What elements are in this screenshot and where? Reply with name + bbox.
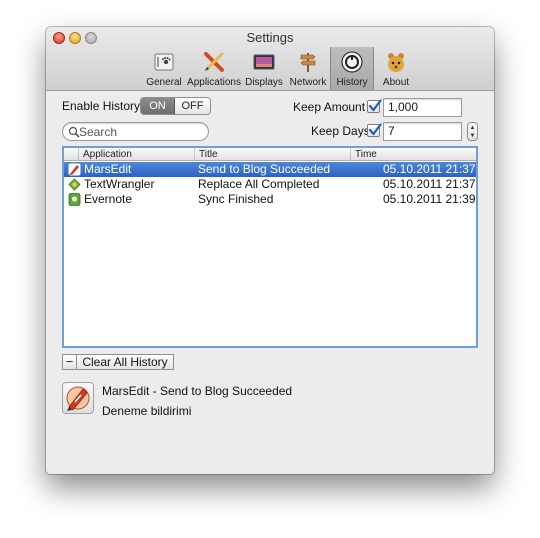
tab-applications[interactable]: Applications <box>186 47 242 90</box>
tab-general-label: General <box>146 77 182 88</box>
tab-displays[interactable]: Displays <box>242 47 286 90</box>
enable-history-toggle[interactable]: ON OFF <box>140 97 211 115</box>
table-row[interactable]: TextWrangler Replace All Completed 05.10… <box>64 177 476 192</box>
title-cell: Replace All Completed <box>198 177 320 191</box>
about-icon <box>388 53 404 72</box>
preview-app-icon <box>62 382 94 414</box>
tab-general[interactable]: General <box>142 47 186 90</box>
tab-displays-label: Displays <box>245 77 283 88</box>
evernote-icon <box>68 193 81 206</box>
enable-history-label: Enable History: <box>62 99 144 113</box>
preferences-toolbar: General Applications Displays Network Hi… <box>142 47 418 90</box>
checkmark-icon <box>368 123 382 136</box>
window-title: Settings <box>246 30 294 45</box>
toggle-off-button[interactable]: OFF <box>175 98 210 114</box>
remove-entry-button[interactable]: − <box>62 354 77 370</box>
tab-history[interactable]: History <box>330 47 374 90</box>
application-cell: TextWrangler <box>84 177 155 191</box>
preview-title: MarsEdit - Send to Blog Succeeded <box>102 384 293 398</box>
time-cell: 05.10.2011 21:37 <box>383 177 476 191</box>
tab-about-label: About <box>382 77 410 88</box>
textwrangler-icon <box>68 178 81 191</box>
tab-applications-label: Applications <box>187 77 241 88</box>
keep-days-field[interactable]: 7 <box>383 122 462 141</box>
column-header-time[interactable]: Time <box>350 148 476 161</box>
title-bar: Settings General Applications Displays N… <box>46 27 494 91</box>
tab-history-label: History <box>336 77 368 88</box>
keep-amount-field[interactable]: 1,000 <box>383 98 462 117</box>
clear-all-history-button[interactable]: Clear All History <box>77 354 174 370</box>
search-input[interactable] <box>79 124 199 139</box>
applications-icon <box>204 52 224 72</box>
time-cell: 05.10.2011 21:39 <box>383 192 476 206</box>
tab-about[interactable]: About <box>374 47 418 90</box>
title-cell: Send to Blog Succeeded <box>198 162 331 176</box>
column-header-application[interactable]: Application <box>78 148 194 161</box>
settings-window: Settings General Applications Displays N… <box>46 27 494 474</box>
column-header-title[interactable]: Title <box>194 148 350 161</box>
tab-network-label: Network <box>289 77 327 88</box>
stepper-down-icon[interactable]: ▼ <box>468 133 477 139</box>
title-cell: Sync Finished <box>198 192 274 206</box>
table-row[interactable]: MarsEdit Send to Blog Succeeded 05.10.20… <box>64 162 476 177</box>
time-cell: 05.10.2011 21:37 <box>383 162 476 176</box>
stepper-up-icon[interactable]: ▲ <box>468 125 477 131</box>
application-cell: Evernote <box>84 192 133 206</box>
table-row[interactable]: Evernote Sync Finished 05.10.2011 21:39 <box>64 192 476 207</box>
toggle-on-button[interactable]: ON <box>141 98 175 114</box>
checkmark-icon <box>368 99 382 112</box>
keep-days-label: Keep Days <box>311 124 370 138</box>
tab-network[interactable]: Network <box>286 47 330 90</box>
history-table[interactable]: Application Title Time MarsEdit Send to … <box>62 146 478 348</box>
keep-amount-label: Keep Amount <box>293 100 366 114</box>
preview-description: Deneme bildirimi <box>102 404 192 418</box>
keep-days-checkbox[interactable] <box>367 123 382 137</box>
search-field[interactable] <box>62 122 209 141</box>
displays-icon <box>253 54 275 70</box>
marsedit-icon <box>66 386 90 411</box>
marsedit-icon <box>68 163 81 176</box>
keep-amount-checkbox[interactable] <box>367 99 382 113</box>
general-icon <box>154 53 174 71</box>
network-icon <box>300 53 316 72</box>
history-icon <box>341 51 363 73</box>
keep-days-stepper[interactable]: ▲ ▼ <box>467 122 478 141</box>
table-header: Application Title Time <box>64 148 476 161</box>
application-cell: MarsEdit <box>84 162 132 176</box>
